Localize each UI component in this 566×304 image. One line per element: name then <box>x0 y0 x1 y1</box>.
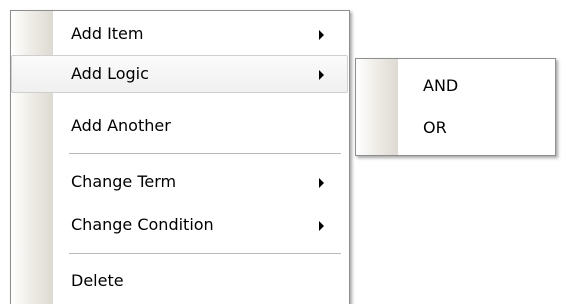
menu-item-add-another[interactable]: Add Another <box>13 107 347 145</box>
submenu-item-or[interactable]: OR <box>358 109 553 147</box>
submenu-arrow-icon <box>319 221 324 231</box>
menu-item-add-logic[interactable]: Add Logic <box>11 55 348 93</box>
submenu-item-label: AND <box>423 76 459 95</box>
menu-item-label: Change Condition <box>71 215 214 234</box>
menu-item-label: Delete <box>71 271 124 290</box>
menu-item-change-term[interactable]: Change Term <box>13 163 347 201</box>
menu-item-label: Add Another <box>71 116 171 135</box>
submenu-item-and[interactable]: AND <box>358 67 553 105</box>
submenu-arrow-icon <box>319 178 324 188</box>
add-logic-submenu: AND OR <box>355 58 556 156</box>
screen: Add Item Add Logic Add Another Change Te… <box>0 0 566 304</box>
menu-item-add-item[interactable]: Add Item <box>13 15 347 53</box>
menu-separator <box>69 253 341 255</box>
submenu-arrow-icon <box>319 30 324 40</box>
menu-item-delete[interactable]: Delete <box>13 262 347 300</box>
menu-item-label: Add Logic <box>71 64 149 83</box>
menu-item-change-condition[interactable]: Change Condition <box>13 206 347 244</box>
menu-separator <box>69 153 341 155</box>
menu-item-label: Change Term <box>71 172 177 191</box>
context-menu: Add Item Add Logic Add Another Change Te… <box>10 10 350 304</box>
submenu-arrow-icon <box>319 70 324 80</box>
menu-item-label: Add Item <box>71 24 144 43</box>
submenu-item-label: OR <box>423 118 447 137</box>
